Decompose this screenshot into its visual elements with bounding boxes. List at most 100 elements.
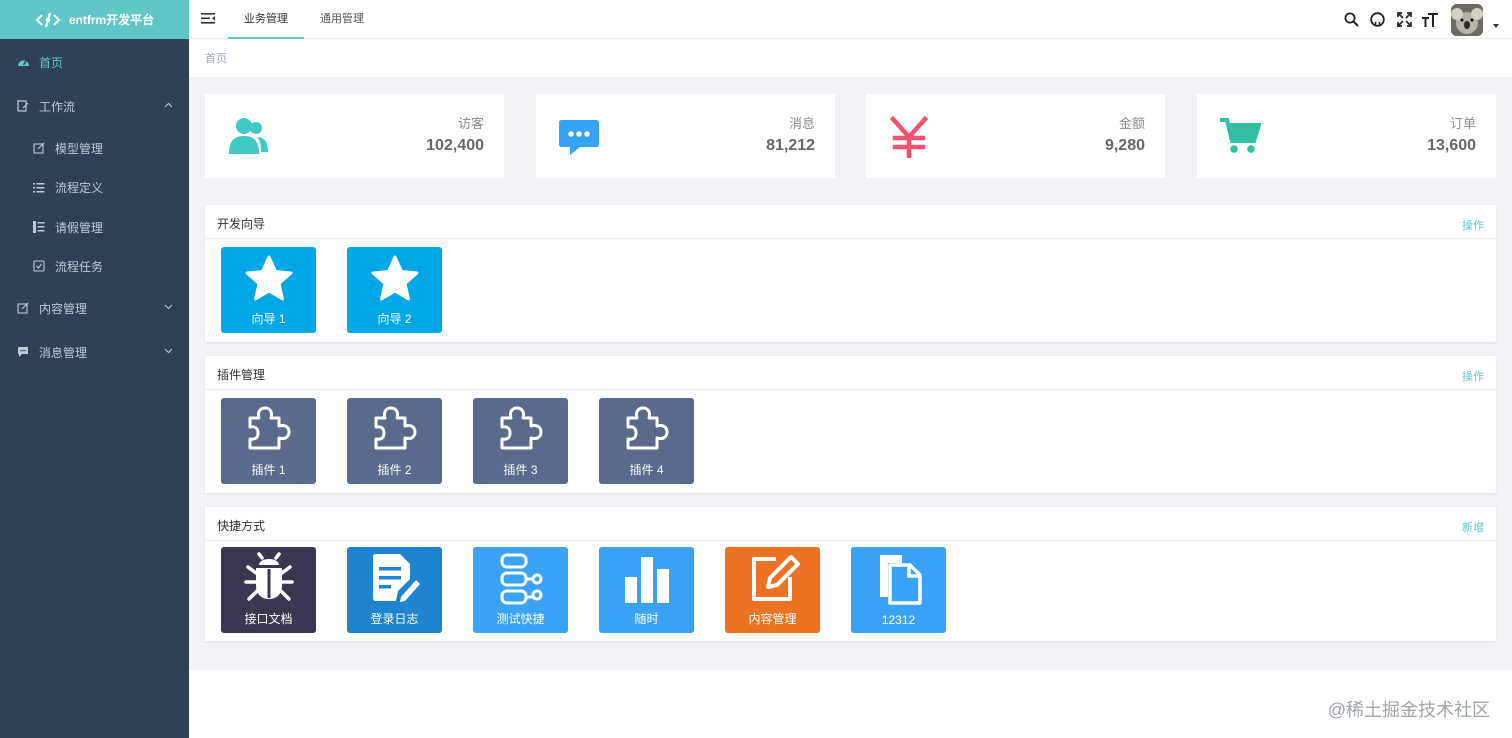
message-icon <box>16 345 30 359</box>
panel-header: 开发向导 操作 <box>205 205 1496 239</box>
sidebar-item-workflow[interactable]: 工作流 <box>0 94 189 118</box>
tile-plugin-3[interactable]: 插件 3 <box>473 398 568 484</box>
sidebar-item-process-def[interactable]: 流程定义 <box>0 175 189 199</box>
panel-header: 插件管理 操作 <box>205 356 1496 390</box>
stat-card-orders[interactable]: 订单 13,600 <box>1197 94 1496 178</box>
tile-plugin-1[interactable]: 插件 1 <box>221 398 316 484</box>
sidebar-item-model[interactable]: 模型管理 <box>0 136 189 160</box>
flow-icon <box>473 551 568 605</box>
edit-icon <box>16 301 30 315</box>
stat-card-visitors[interactable]: 访客 102,400 <box>205 94 504 178</box>
sidebar-item-label: 消息管理 <box>39 345 88 360</box>
tab-business[interactable]: 业务管理 <box>228 0 304 39</box>
avatar[interactable] <box>1451 4 1483 36</box>
tile-label: 测试快捷 <box>496 612 545 626</box>
chevron-down-icon <box>164 304 173 310</box>
document-edit-icon <box>347 551 442 605</box>
breadcrumb: 首页 <box>189 39 1512 77</box>
bar-chart-icon <box>599 551 694 605</box>
files-icon <box>851 551 946 605</box>
tile-label: 向导 1 <box>251 312 286 326</box>
panel-add-link[interactable]: 新增 <box>1462 519 1484 535</box>
sidebar-item-label: 流程任务 <box>55 259 104 274</box>
sidebar-item-label: 请假管理 <box>55 220 104 235</box>
app-title: entfrm开发平台 <box>68 13 155 27</box>
stat-value: 13,600 <box>1427 137 1476 154</box>
panel-header: 快捷方式 新增 <box>205 507 1496 541</box>
stat-value: 81,212 <box>766 137 815 154</box>
tile-label: 随时 <box>634 612 659 626</box>
sidebar-item-label: 内容管理 <box>39 301 88 316</box>
tile-12312[interactable]: 12312 <box>851 547 946 633</box>
stat-card-amount[interactable]: 金额 9,280 <box>866 94 1165 178</box>
edit-icon <box>32 141 46 155</box>
tile-test-shortcut[interactable]: 测试快捷 <box>473 547 568 633</box>
tile-label: 12312 <box>881 613 916 627</box>
tile-label: 接口文档 <box>244 612 293 626</box>
tile-label: 插件 2 <box>377 463 412 477</box>
puzzle-icon <box>473 404 568 454</box>
stat-value: 9,280 <box>1104 137 1145 154</box>
chevron-down-icon <box>164 348 173 354</box>
sidebar-item-label: 工作流 <box>39 99 76 114</box>
star-icon <box>221 253 316 307</box>
search-icon[interactable] <box>1343 11 1359 27</box>
stat-label: 金额 <box>1118 116 1145 131</box>
tile-guide-2[interactable]: 向导 2 <box>347 247 442 333</box>
cart-icon <box>1219 116 1262 161</box>
sidebar-item-message[interactable]: 消息管理 <box>0 340 189 364</box>
tile-label: 插件 1 <box>251 463 286 477</box>
tile-label: 插件 4 <box>629 463 664 477</box>
tile-label: 登录日志 <box>370 612 419 626</box>
tile-api-docs[interactable]: 接口文档 <box>221 547 316 633</box>
sidebar-item-process-task[interactable]: 流程任务 <box>0 254 189 278</box>
caret-down-icon[interactable] <box>1493 24 1499 28</box>
panel-title: 快捷方式 <box>217 519 266 533</box>
main-content: 访客 102,400 消息 81,212 金额 9,280 订单 13,600 … <box>189 77 1512 670</box>
github-icon[interactable] <box>1369 11 1385 27</box>
stat-value: 102,400 <box>426 137 484 154</box>
hamburger-icon[interactable] <box>201 12 215 25</box>
tile-label: 插件 3 <box>503 463 538 477</box>
tile-plugin-4[interactable]: 插件 4 <box>599 398 694 484</box>
tree-list-icon <box>32 220 46 234</box>
breadcrumb-item-home: 首页 <box>205 53 227 65</box>
tile-login-log[interactable]: 登录日志 <box>347 547 442 633</box>
top-navbar: 业务管理 通用管理 <box>189 0 1512 39</box>
tile-plugin-2[interactable]: 插件 2 <box>347 398 442 484</box>
sidebar-item-leave[interactable]: 请假管理 <box>0 215 189 239</box>
tile-anytime[interactable]: 随时 <box>599 547 694 633</box>
code-logo-icon <box>35 12 61 27</box>
stat-label: 访客 <box>457 116 484 131</box>
watermark: @稀土掘金技术社区 <box>1327 700 1490 720</box>
tab-common[interactable]: 通用管理 <box>304 0 380 39</box>
sidebar-item-content[interactable]: 内容管理 <box>0 296 189 320</box>
panel-shortcuts: 快捷方式 新增 接口文档 登录日志 测试快捷 随时 内容管理 12312 <box>205 507 1496 641</box>
star-icon <box>347 253 442 307</box>
app-logo[interactable]: entfrm开发平台 <box>0 0 189 39</box>
sidebar-item-label: 流程定义 <box>55 180 104 195</box>
fullscreen-icon[interactable] <box>1396 11 1412 27</box>
task-icon <box>32 259 46 273</box>
panel-action-link[interactable]: 操作 <box>1462 368 1484 384</box>
message-icon <box>558 116 600 161</box>
panel-title: 插件管理 <box>217 368 266 382</box>
sidebar-item-label: 首页 <box>39 55 64 70</box>
panel-action-link[interactable]: 操作 <box>1462 217 1484 233</box>
list-icon <box>32 180 46 194</box>
workflow-icon <box>16 99 30 113</box>
tile-content-manage[interactable]: 内容管理 <box>725 547 820 633</box>
sidebar-item-home[interactable]: 首页 <box>0 50 189 74</box>
tile-label: 向导 2 <box>377 312 412 326</box>
puzzle-icon <box>599 404 694 454</box>
tile-label: 内容管理 <box>748 612 797 626</box>
chevron-up-icon <box>164 102 173 108</box>
tile-guide-1[interactable]: 向导 1 <box>221 247 316 333</box>
stat-card-messages[interactable]: 消息 81,212 <box>536 94 835 178</box>
sidebar-item-label: 模型管理 <box>55 141 104 156</box>
font-size-icon[interactable] <box>1422 11 1438 27</box>
edit-square-icon <box>725 551 820 605</box>
bug-icon <box>221 551 316 605</box>
sidebar: entfrm开发平台 首页 工作流 模型管理 流程定义 请假管理 流程任务 内容… <box>0 0 189 738</box>
stat-label: 消息 <box>788 116 815 131</box>
